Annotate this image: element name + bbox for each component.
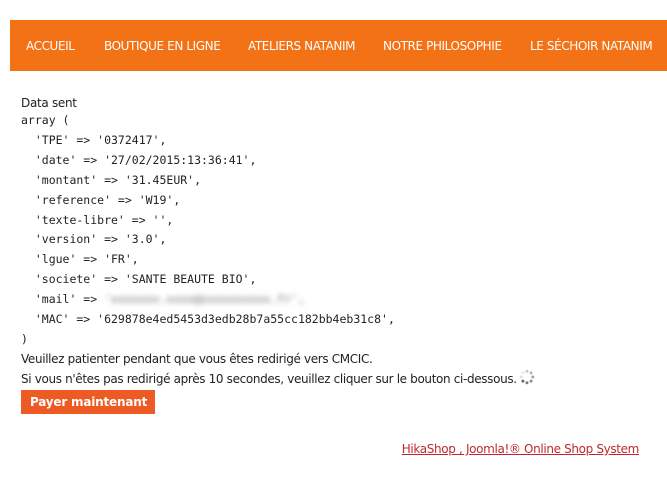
- loading-spinner-icon: [519, 369, 535, 385]
- redirect-fallback-message: Si vous n'êtes pas redirigé après 10 sec…: [21, 371, 517, 386]
- nav-item-boutique-en-ligne[interactable]: BOUTIQUE EN LIGNE: [104, 39, 221, 53]
- dump-line-societe: 'societe' => 'SANTE BEAUTE BIO',: [21, 272, 257, 287]
- redirect-wait-message: Veuillez patienter pendant que vous êtes…: [21, 351, 373, 366]
- dump-close: ): [21, 331, 28, 346]
- hikashop-footer-link[interactable]: HikaShop , Joomla!® Online Shop System: [402, 442, 640, 456]
- dump-line-date: 'date' => '27/02/2015:13:36:41',: [21, 152, 257, 167]
- pay-now-button[interactable]: Payer maintenant: [21, 389, 156, 414]
- dump-line-lgue: 'lgue' => 'FR',: [21, 252, 139, 267]
- nav-item-accueil[interactable]: ACCUEIL: [26, 39, 75, 53]
- redirect-fallback-line: Si vous n'êtes pas redirigé après 10 sec…: [21, 369, 661, 389]
- dump-line-montant: 'montant' => '31.45EUR',: [21, 172, 202, 187]
- payment-redirect-content: Data sent array ( 'TPE' => '0372417', 'd…: [21, 95, 661, 414]
- data-sent-dump: array ( 'TPE' => '0372417', 'date' => '2…: [21, 111, 661, 350]
- dump-line-mac: 'MAC' => '629878e4ed5453d3edb28b7a55cc18…: [21, 312, 395, 327]
- data-sent-heading: Data sent: [21, 96, 77, 110]
- nav-item-le-sechoir-natanim[interactable]: LE SÉCHOIR NATANIM: [530, 39, 653, 53]
- nav-item-ateliers-natanim[interactable]: ATELIERS NATANIM: [248, 39, 356, 53]
- dump-open: array (: [21, 113, 70, 127]
- dump-line-version: 'version' => '3.0',: [21, 232, 167, 247]
- nav-item-notre-philosophie[interactable]: NOTRE PHILOSOPHIE: [383, 39, 502, 53]
- dump-line-mail-key: 'mail' =>: [21, 292, 105, 307]
- dump-line-reference: 'reference' => 'W19',: [21, 192, 181, 207]
- dump-line-texte-libre: 'texte-libre' => '',: [21, 212, 174, 227]
- dump-line-tpe: 'TPE' => '0372417',: [21, 132, 167, 147]
- main-navigation: ACCUEIL BOUTIQUE EN LIGNE ATELIERS NATAN…: [10, 20, 667, 71]
- dump-line-mail-value-redacted: 'xxxxxxx.xxxx@xxxxxxxxxx.fr',: [104, 292, 305, 307]
